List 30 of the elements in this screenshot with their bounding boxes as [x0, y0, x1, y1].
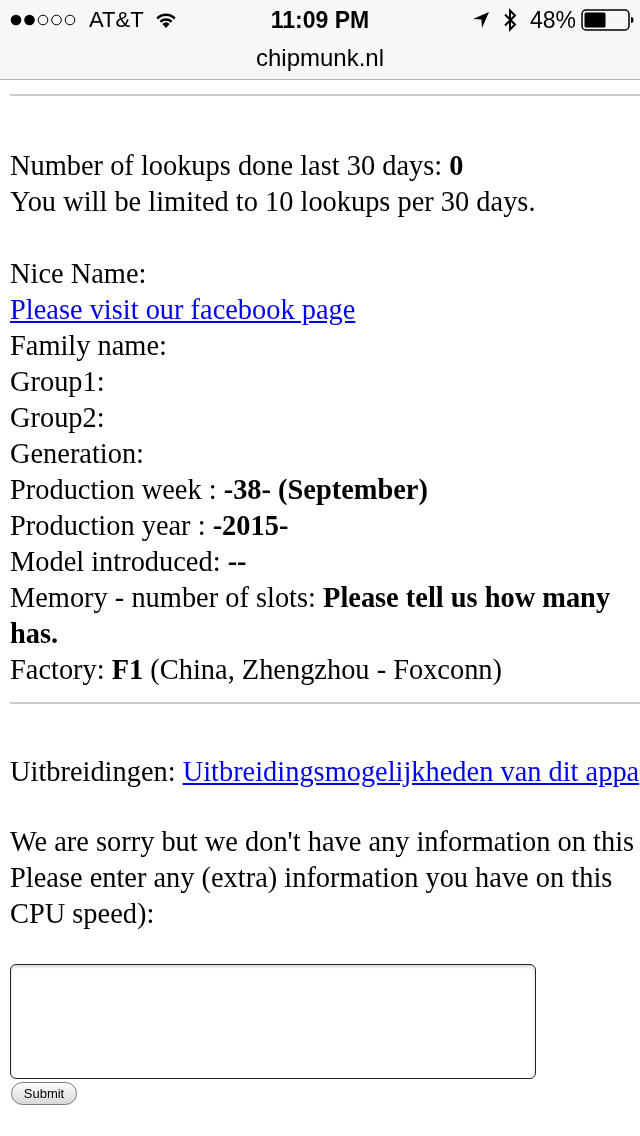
notice-text: We are sorry but we don't have any information on this	[10, 825, 636, 859]
detail-text: Generation:	[10, 437, 145, 471]
battery-percentage: 48%	[529, 6, 576, 34]
wifi-icon	[154, 12, 177, 28]
carrier-name: AT&T	[89, 7, 144, 33]
detail-text: Factory: F1 (China, Zhengzhou - Foxconn)	[10, 653, 504, 687]
url-text[interactable]: chipmunk.nl	[255, 43, 385, 76]
info-textarea[interactable]	[10, 964, 536, 1079]
detail-text: has.	[10, 617, 60, 651]
detail-text: Production week : -38- (September)	[10, 473, 429, 507]
notice-text: CPU speed):	[10, 897, 156, 931]
detail-text: Production year : -2015-	[10, 509, 290, 543]
detail-text: Family name:	[10, 329, 168, 363]
detail-text: Model introduced: --	[10, 545, 248, 579]
info-text: Number of lookups done last 30 days: 0	[10, 149, 465, 183]
extensions-link[interactable]: Uitbreidingsmogelijkheden van dit appa	[182, 754, 640, 790]
signal-strength-icon	[10, 14, 76, 26]
info-text: You will be limited to 10 lookups per 30 days.	[10, 185, 537, 219]
status-time: 11:09 PM	[270, 6, 370, 34]
detail-text: Nice Name:	[10, 257, 148, 291]
notice-text: Please enter any (extra) information you have on this	[10, 861, 614, 895]
battery-icon	[581, 9, 634, 31]
extensions-label: Uitbreidingen:	[10, 755, 177, 789]
detail-text: Memory - number of slots: Please tell us how many	[10, 581, 612, 615]
submit-button[interactable]: Submit	[11, 1082, 77, 1105]
location-arrow-icon	[472, 12, 489, 28]
page-link[interactable]: Please visit our facebook page	[10, 294, 356, 325]
bluetooth-icon	[502, 8, 517, 32]
detail-text: Group1:	[10, 365, 106, 399]
detail-text: Group2:	[10, 401, 106, 435]
